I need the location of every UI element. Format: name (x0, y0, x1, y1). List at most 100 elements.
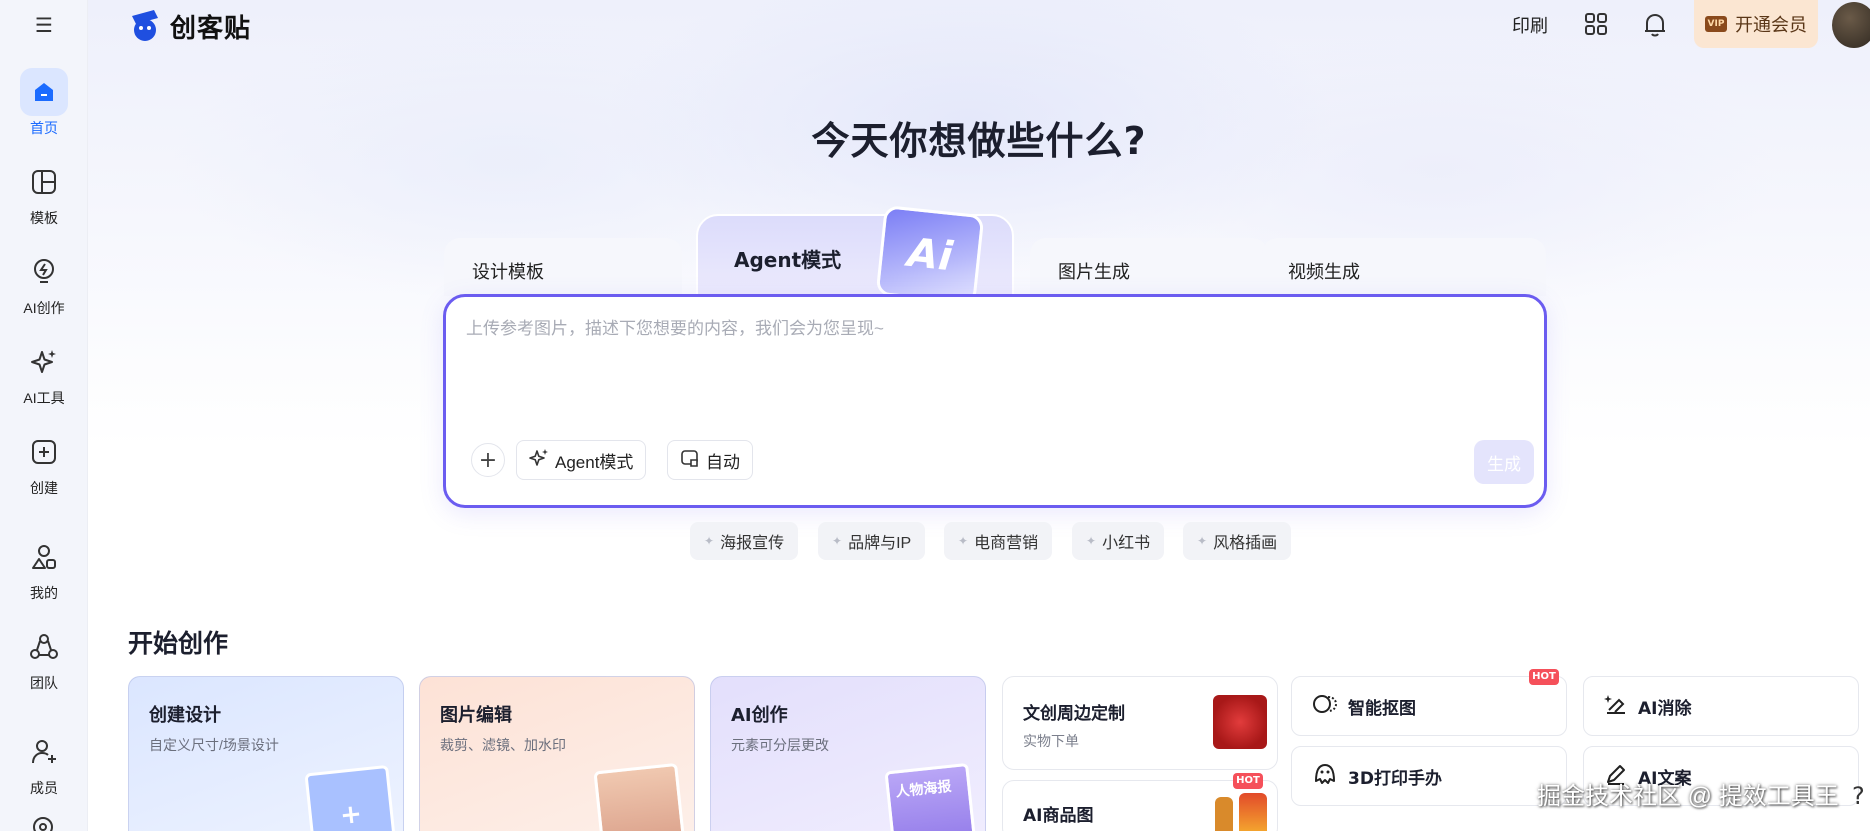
portrait-poster-illustration: 人物海报 (884, 762, 978, 831)
tab-design-template[interactable]: 设计模板 (444, 238, 682, 296)
bell-icon[interactable] (1643, 12, 1667, 38)
sidebar-item-members[interactable]: 成员 (0, 728, 88, 804)
team-icon (20, 623, 68, 671)
sidebar-item-create[interactable]: 创建 (0, 428, 88, 504)
quick-tag-brand[interactable]: ✦ 品牌与IP (818, 522, 926, 560)
watermark: 掘金技术社区 @ 提效工具王 (1537, 783, 1839, 810)
merch-thumbnail (1213, 695, 1267, 749)
apps-grid-icon[interactable] (1584, 12, 1608, 36)
hot-badge: HOT (1233, 773, 1263, 789)
sidebar-item-label: AI创作 (23, 300, 65, 316)
settings-icon[interactable] (30, 814, 56, 831)
poster-label: 人物海报 (894, 778, 953, 801)
generate-button[interactable]: 生成 (1474, 440, 1534, 484)
prompt-box: + Agent模式 自动 生成 (443, 294, 1547, 508)
ai-erase-tool[interactable]: AI消除 (1583, 676, 1859, 736)
image-edit-card[interactable]: 图片编辑 裁剪、滤镜、加水印 (419, 676, 695, 831)
quick-tag-illustration[interactable]: ✦ 风格插画 (1183, 522, 1292, 560)
plus-icon: + (338, 798, 364, 831)
card-title: AI商品图 (1023, 806, 1094, 826)
vip-label: 开通会员 (1735, 15, 1807, 36)
section-title: 开始创作 (128, 629, 229, 658)
tab-image-generate[interactable]: 图片生成 (1030, 238, 1268, 296)
3d-figure-tool[interactable]: 3D打印手办 (1291, 746, 1567, 806)
tool-label: 智能抠图 (1348, 698, 1416, 719)
card-subtitle: 裁剪、滤镜、加水印 (440, 737, 566, 753)
sidebar-item-label: 团队 (30, 675, 58, 691)
plus-icon: + (478, 447, 498, 473)
print-link[interactable]: 印刷 (1512, 12, 1548, 38)
quick-tag-label: 小红书 (1102, 535, 1151, 552)
tab-label: Agent模式 (734, 248, 842, 272)
quick-tag-label: 品牌与IP (848, 535, 912, 552)
tab-label: 图片生成 (1058, 262, 1130, 283)
hot-badge: HOT (1529, 669, 1559, 685)
logo[interactable]: 创客贴 (128, 6, 251, 46)
card-title: 创建设计 (149, 705, 221, 726)
agent-mode-chip[interactable]: Agent模式 (516, 440, 647, 480)
sparkle-icon: ✦ (1086, 534, 1097, 548)
home-icon (20, 68, 68, 116)
card-subtitle: 自定义尺寸/场景设计 (149, 737, 279, 753)
sidebar-item-label: 我的 (30, 585, 58, 601)
sidebar-item-team[interactable]: 团队 (0, 623, 88, 699)
sidebar-item-label: AI工具 (23, 390, 65, 406)
vip-icon: VIP (1705, 16, 1727, 32)
figure-icon (1312, 761, 1338, 792)
create-design-illustration: + (304, 764, 398, 831)
sidebar-item-label: 成员 (30, 780, 58, 796)
card-title: AI创作 (731, 705, 788, 726)
logo-icon (128, 6, 164, 46)
create-design-card[interactable]: 创建设计 自定义尺寸/场景设计 + (128, 676, 404, 831)
sidebar-item-ai-create[interactable]: AI创作 (0, 248, 88, 324)
ai-product-image-card[interactable]: AI商品图 HOT (1002, 773, 1278, 831)
tab-video-generate[interactable]: 视频生成 (1262, 238, 1546, 296)
quick-tag-poster[interactable]: ✦ 海报宣传 (690, 522, 799, 560)
sidebar-item-ai-tools[interactable]: AI工具 (0, 338, 88, 414)
bulb-icon (20, 248, 68, 296)
sidebar-item-mine[interactable]: 我的 (0, 533, 88, 609)
help-icon[interactable]: ? (1852, 782, 1865, 810)
quick-tag-ecommerce[interactable]: ✦ 电商营销 (944, 522, 1053, 560)
photo-illustration (593, 762, 687, 831)
card-title: 图片编辑 (440, 705, 512, 726)
auto-ratio-chip[interactable]: 自动 (667, 440, 753, 480)
tab-label: 设计模板 (472, 262, 544, 283)
card-title: 文创周边定制 (1023, 704, 1125, 724)
tab-label: 视频生成 (1288, 262, 1360, 283)
sparkle-icon: ✦ (832, 534, 843, 548)
sparkle-icon (20, 338, 68, 386)
sidebar-item-templates[interactable]: 模板 (0, 158, 88, 234)
sparkle-icon: ✦ (704, 534, 715, 548)
tool-label: 3D打印手办 (1348, 768, 1442, 789)
quick-tag-xiaohongshu[interactable]: ✦ 小红书 (1072, 522, 1165, 560)
ai-create-card[interactable]: AI创作 元素可分层更改 人物海报 (710, 676, 986, 831)
frame-icon (680, 448, 700, 473)
sparkle-icon: ✦ (958, 534, 969, 548)
template-icon (20, 158, 68, 206)
page-title: 今天你想做些什么? (811, 119, 1147, 163)
auto-chip-label: 自动 (706, 452, 740, 472)
vip-button[interactable]: VIP 开通会员 (1694, 0, 1818, 48)
product-thumbnail (1239, 793, 1267, 831)
product-thumbnail (1215, 797, 1233, 831)
prompt-input[interactable] (466, 319, 1466, 339)
upload-button[interactable]: + (471, 443, 505, 477)
quick-tag-label: 海报宣传 (720, 535, 785, 552)
plus-square-icon (20, 428, 68, 476)
eraser-icon (1604, 692, 1628, 721)
quick-tag-label: 电商营销 (974, 535, 1039, 552)
logo-text: 创客贴 (170, 13, 252, 44)
agent-card-text: Ai (905, 229, 955, 281)
smart-cutout-tool[interactable]: 智能抠图 HOT (1291, 669, 1567, 736)
sparkle-icon: ✦ (1197, 534, 1208, 548)
merch-custom-card[interactable]: 文创周边定制 实物下单 (1002, 676, 1278, 770)
menu-toggle-icon[interactable]: ☰ (32, 14, 56, 36)
avatar[interactable] (1832, 2, 1870, 48)
card-subtitle: 元素可分层更改 (731, 737, 829, 753)
sidebar-item-label: 创建 (30, 480, 58, 496)
sparkle-icon (529, 448, 549, 473)
sidebar-item-label: 模板 (30, 210, 58, 226)
quick-tag-label: 风格插画 (1213, 535, 1278, 552)
card-subtitle: 实物下单 (1023, 733, 1079, 749)
